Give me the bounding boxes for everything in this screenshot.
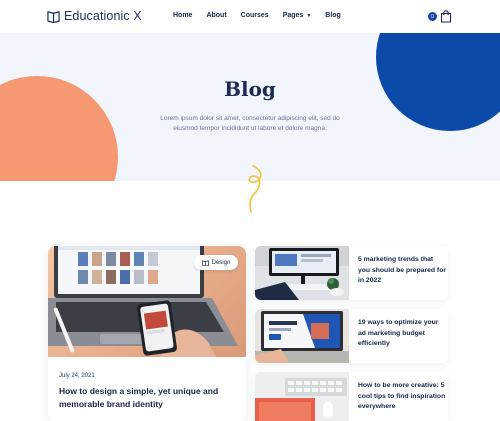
category-tag-label: Design (211, 259, 231, 266)
nav-pages-label: Pages (282, 12, 304, 19)
nav-pages[interactable]: Pages ▼ (283, 12, 312, 19)
category-tag-design[interactable]: Design (194, 255, 238, 270)
featured-post-card[interactable]: Design July 24, 2021 How to design a sim… (48, 246, 246, 421)
post-card[interactable]: 19 ways to optimize your ad marketing bu… (255, 309, 448, 363)
book-icon (47, 10, 60, 23)
post-date: July 24, 2021 (59, 373, 95, 379)
nav-home[interactable]: Home (173, 12, 192, 19)
cart-count-badge: 0 (428, 12, 437, 21)
main-nav: Home About Courses Pages ▼ Blog (173, 12, 355, 19)
post-image (255, 372, 349, 421)
monitor-desk-illustration (255, 246, 349, 300)
keyboard-desk-illustration (255, 372, 349, 421)
nav-courses[interactable]: Courses (241, 12, 269, 19)
site-header: Educationic X Home About Courses Pages ▼… (0, 0, 500, 33)
post-title[interactable]: 5 marketing trends that you should be pr… (358, 255, 446, 287)
laptop-presentation-illustration (255, 309, 349, 363)
post-image (255, 309, 349, 363)
brand-logo[interactable]: Educationic X (47, 9, 142, 23)
squiggle-arrow-icon (248, 165, 262, 213)
caret-down-icon: ▼ (306, 12, 312, 19)
shopping-bag-icon[interactable] (440, 10, 452, 23)
featured-post-title[interactable]: How to design a simple, yet unique and m… (59, 385, 239, 411)
post-title[interactable]: How to be more creative: 5 cool tips to … (358, 381, 446, 413)
post-image (255, 246, 349, 300)
post-card[interactable]: 5 marketing trends that you should be pr… (255, 246, 448, 300)
book-icon (201, 259, 209, 266)
hero-subtitle: Lorem ipsum dolor sit amet, consectetur … (160, 115, 340, 132)
page-title: Blog (224, 77, 276, 101)
nav-blog[interactable]: Blog (325, 12, 341, 19)
featured-post-image: Design (48, 246, 246, 357)
post-card[interactable]: How to be more creative: 5 cool tips to … (255, 372, 448, 421)
nav-about[interactable]: About (206, 12, 226, 19)
post-title[interactable]: 19 ways to optimize your ad marketing bu… (358, 318, 446, 350)
brand-name: Educationic X (64, 9, 142, 23)
blog-hero: Blog Lorem ipsum dolor sit amet, consect… (0, 33, 500, 181)
